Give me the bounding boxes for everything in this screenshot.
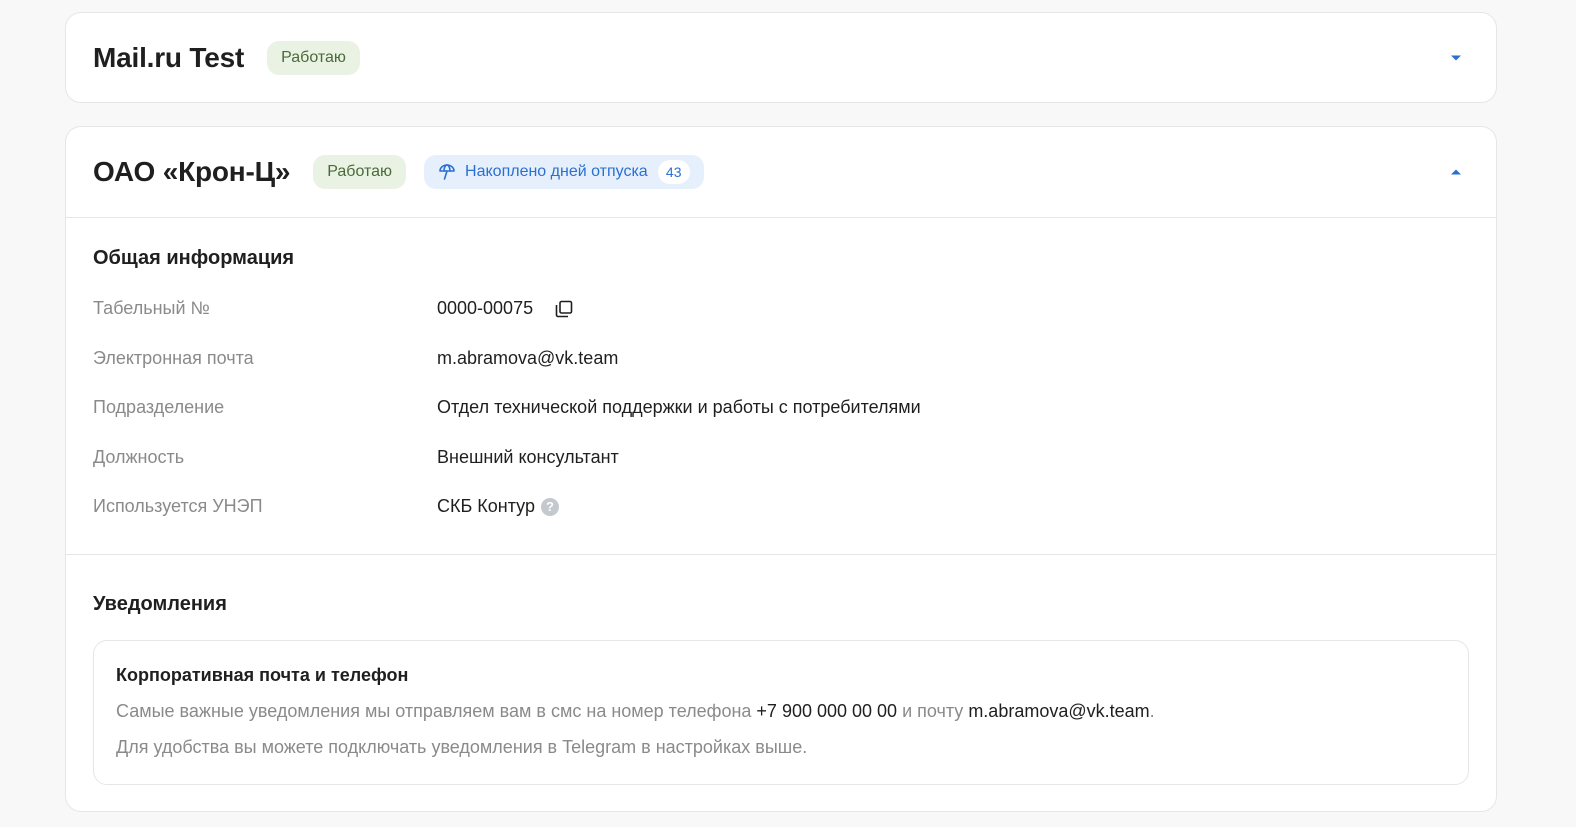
employer-card-kron: ОАО «Крон-Ц» Работаю Накоплено дней отпу… — [65, 126, 1497, 812]
info-value: СКБ Контур ? — [437, 496, 559, 517]
info-label: Подразделение — [93, 397, 225, 418]
notification-text-part: Самые важные уведомления мы отправляем в… — [116, 701, 757, 721]
info-list: Табельный № 0000-00075 Электронная почта… — [93, 284, 1469, 532]
notification-box: Корпоративная почта и телефон Самые важн… — [93, 640, 1469, 785]
copy-icon[interactable] — [555, 300, 573, 318]
notification-text-part: . — [1149, 701, 1155, 721]
general-info-section: Общая информация Табельный № 0000-00075 … — [66, 218, 1496, 554]
notification-text: Самые важные уведомления мы отправляем в… — [116, 700, 1446, 722]
vacation-days-count: 43 — [657, 160, 690, 184]
notifications-section: Уведомления Корпоративная почта и телефо… — [66, 555, 1496, 785]
section-title: Общая информация — [93, 247, 295, 269]
vacation-days-badge: Накоплено дней отпуска 43 — [424, 155, 704, 189]
employer-card-mailru: Mail.ru Test Работаю — [65, 12, 1497, 103]
section-title: Уведомления — [93, 593, 227, 615]
vacation-days-label: Накоплено дней отпуска — [465, 163, 648, 180]
info-row-position: Должность Внешний консультант — [93, 433, 1469, 483]
info-value: 0000-00075 — [437, 298, 573, 319]
info-label: Используется УНЭП — [93, 496, 263, 517]
status-badge: Работаю — [267, 41, 360, 75]
info-value: m.abramova@vk.team — [437, 347, 619, 368]
company-title: ОАО «Крон-Ц» — [93, 156, 291, 187]
signature-provider: СКБ Контур — [437, 496, 535, 517]
chevron-down-icon[interactable] — [1448, 50, 1464, 66]
umbrella-icon — [438, 163, 456, 181]
info-label: Табельный № — [93, 298, 210, 319]
info-row-personnel-number: Табельный № 0000-00075 — [93, 284, 1469, 334]
info-value: Внешний консультант — [437, 446, 619, 467]
employer-card-header[interactable]: ОАО «Крон-Ц» Работаю Накоплено дней отпу… — [66, 127, 1496, 217]
personnel-number: 0000-00075 — [437, 298, 534, 319]
employer-card-header[interactable]: Mail.ru Test Работаю — [66, 13, 1496, 103]
help-icon[interactable]: ? — [541, 497, 559, 516]
notification-email: m.abramova@vk.team — [968, 701, 1150, 721]
chevron-up-icon[interactable] — [1448, 164, 1464, 180]
info-label: Должность — [93, 446, 185, 467]
notification-text-part: и почту — [897, 701, 969, 721]
company-title: Mail.ru Test — [93, 42, 245, 73]
info-row-email: Электронная почта m.abramova@vk.team — [93, 334, 1469, 384]
notification-box-title: Корпоративная почта и телефон — [116, 665, 409, 685]
info-row-department: Подразделение Отдел технической поддержк… — [93, 383, 1469, 433]
info-label: Электронная почта — [93, 347, 254, 368]
status-badge: Работаю — [313, 155, 407, 189]
info-value: Отдел технической поддержки и работы с п… — [437, 397, 921, 418]
notification-phone: +7 900 000 00 00 — [756, 701, 898, 721]
info-row-signature: Используется УНЭП СКБ Контур ? — [93, 482, 1469, 532]
notification-telegram-hint: Для удобства вы можете подключать уведом… — [116, 737, 808, 757]
